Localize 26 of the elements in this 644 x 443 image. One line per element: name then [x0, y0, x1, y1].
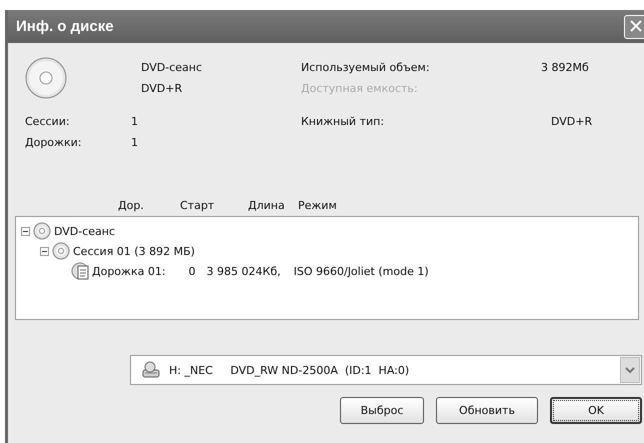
- column-header[interactable]: Длина: [248, 199, 298, 212]
- dialog-button[interactable]: Обновить: [436, 397, 538, 424]
- stat-label: Дорожки:: [25, 135, 82, 151]
- capacity-value: DVD+R: [551, 114, 592, 130]
- stat-value: 1: [131, 135, 138, 151]
- stat-value: 1: [131, 114, 138, 130]
- capacity-label: Используемый объем:: [301, 60, 430, 76]
- tree-item-label[interactable]: DVD-сеанс: [54, 224, 116, 238]
- dialog-button[interactable]: OK: [550, 397, 642, 424]
- capacity-value: 3 892Мб: [541, 60, 589, 76]
- column-header[interactable]: Дор.: [118, 199, 180, 212]
- stat-label: Сессии:: [25, 114, 70, 130]
- capacity-label: Книжный тип:: [301, 114, 384, 130]
- drive-dropdown[interactable]: H: _NEC DVD_RW ND-2500A (ID:1 HA:0): [130, 355, 642, 385]
- track-length: 3 985 024Кб,: [206, 264, 281, 278]
- tree-item-label[interactable]: Дорожка 01:: [92, 264, 166, 278]
- track-start: 0: [188, 264, 196, 278]
- column-header[interactable]: Режим: [298, 199, 358, 212]
- column-header[interactable]: Старт: [180, 199, 248, 212]
- tree-item-label[interactable]: Сессия 01 (3 892 МБ): [73, 244, 195, 258]
- capacity-label: Доступная емкость:: [301, 81, 418, 97]
- window-title: Инф. о диске: [16, 18, 114, 35]
- dialog-button[interactable]: Выброс: [340, 397, 424, 424]
- disc-type: DVD+R: [141, 81, 182, 97]
- track-mode: ISO 9660/Joliet (mode 1): [294, 264, 429, 278]
- disc-name: DVD-сеанс: [141, 60, 202, 76]
